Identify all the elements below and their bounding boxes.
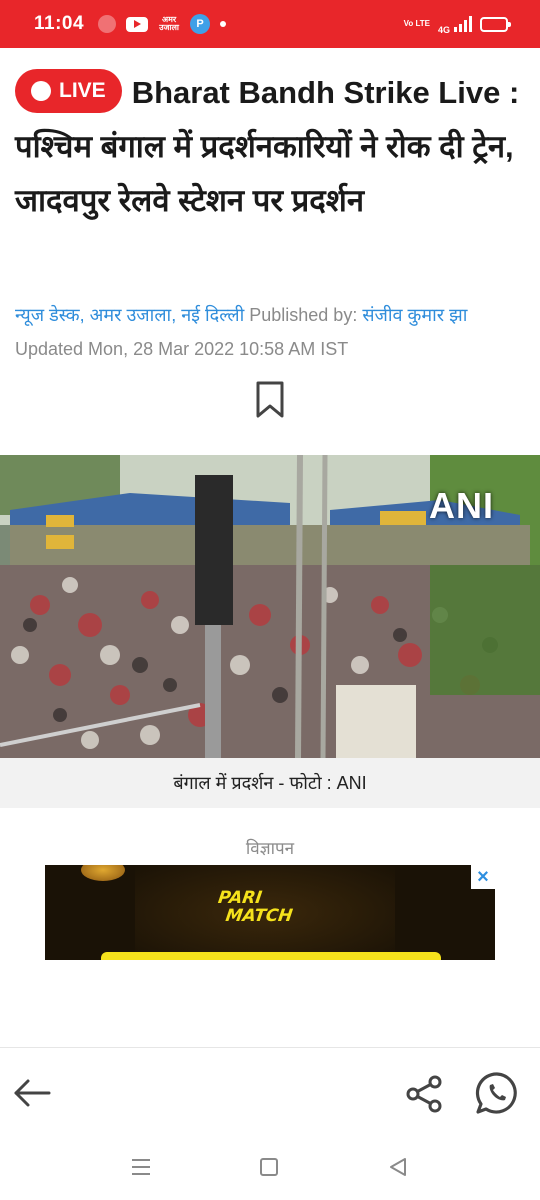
- ad-coin-graphic: [81, 865, 125, 881]
- more-notifications-dot-icon: [220, 21, 227, 27]
- author-link[interactable]: न्यूज डेस्क, अमर उजाला, नई दिल्ली: [15, 305, 244, 325]
- recent-apps-icon[interactable]: [131, 1158, 151, 1176]
- status-bar: 11:04 अमर उजाला P Vo LTE 4G: [0, 0, 540, 48]
- ad-close-button[interactable]: ×: [471, 865, 495, 889]
- bookmark-icon[interactable]: [254, 381, 286, 419]
- notification-app-icon: [98, 15, 117, 33]
- status-time: 11:04: [34, 13, 85, 34]
- network-type: 4G: [437, 25, 450, 35]
- photo-caption: बंगाल में प्रदर्शन - फोटो : ANI: [0, 758, 540, 808]
- system-navigation-bar: [0, 1137, 540, 1200]
- ad-cta-bar[interactable]: [101, 952, 441, 960]
- status-system-icons: Vo LTE 4G: [403, 13, 511, 35]
- home-icon[interactable]: [260, 1158, 278, 1176]
- updated-timestamp: Updated Mon, 28 Mar 2022 10:58 AM IST: [15, 339, 349, 359]
- system-back-icon[interactable]: [388, 1157, 408, 1177]
- article-photo[interactable]: ANI: [0, 455, 540, 758]
- share-icon[interactable]: [404, 1074, 444, 1114]
- parimatch-logo: PARI MATCH: [216, 888, 294, 926]
- p-app-icon: P: [190, 14, 211, 34]
- volte-indicator: Vo LTE: [403, 19, 430, 28]
- article-action-bar: [0, 1047, 540, 1137]
- live-badge: LIVE: [15, 68, 122, 113]
- battery-icon: [480, 16, 511, 32]
- published-by-label: Published by:: [249, 305, 358, 325]
- live-dot-icon: [31, 80, 51, 101]
- amar-ujala-icon: अमर उजाला: [159, 15, 179, 32]
- signal-icon: [454, 16, 472, 32]
- back-arrow-icon[interactable]: [12, 1076, 52, 1110]
- article-byline: न्यूज डेस्क, अमर उजाला, नई दिल्ली Publis…: [15, 298, 527, 366]
- ad-label: विज्ञापन: [245, 839, 295, 858]
- article-headline: LIVE Bharat Bandh Strike Live : पश्चिम ब…: [15, 66, 527, 228]
- live-badge-label: LIVE: [59, 78, 106, 102]
- ad-banner[interactable]: PARI MATCH ×: [45, 865, 495, 960]
- photo-watermark: ANI: [429, 485, 494, 526]
- youtube-icon: [126, 16, 149, 32]
- status-notification-icons: अमर उजाला P: [98, 14, 227, 34]
- whatsapp-icon[interactable]: [474, 1070, 520, 1116]
- publisher-link[interactable]: संजीव कुमार झा: [362, 305, 467, 325]
